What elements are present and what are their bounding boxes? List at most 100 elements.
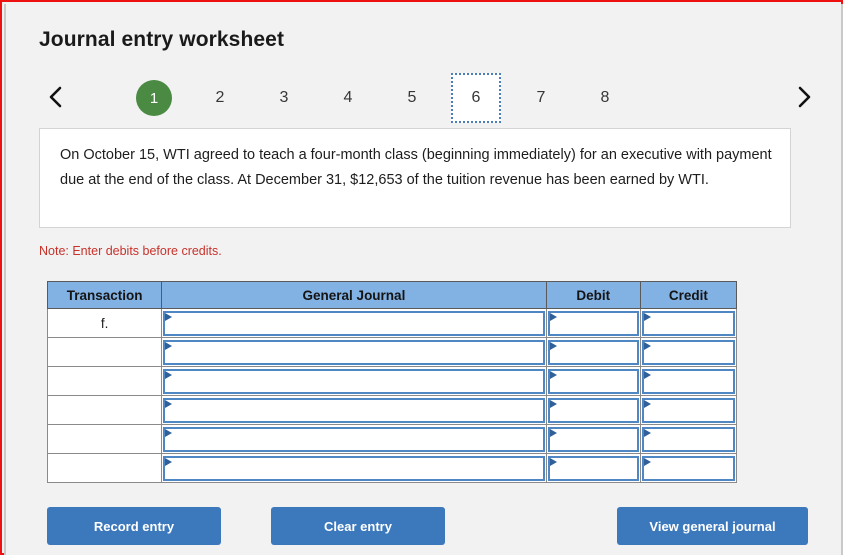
transaction-label-cell: [48, 454, 162, 483]
transaction-label-cell: [48, 396, 162, 425]
dropdown-triangle-icon: [644, 342, 651, 350]
clear-entry-button[interactable]: Clear entry: [271, 507, 445, 545]
column-header-transaction: Transaction: [48, 282, 162, 309]
step-label: 4: [344, 89, 353, 107]
general-journal-input[interactable]: [163, 311, 545, 336]
next-step-button[interactable]: [787, 80, 821, 114]
credit-input[interactable]: [642, 398, 735, 423]
credit-input-cell[interactable]: [640, 454, 736, 483]
dropdown-triangle-icon: [550, 371, 557, 379]
step-navigation: 1 2 3 4 5 6 7: [39, 72, 821, 124]
step-label: 6: [472, 89, 481, 107]
worksheet-page: Journal entry worksheet 1 2 3: [6, 4, 841, 555]
dropdown-triangle-icon: [165, 342, 172, 350]
credit-input[interactable]: [642, 340, 735, 365]
dropdown-triangle-icon: [550, 342, 557, 350]
transaction-label-cell: [48, 367, 162, 396]
dropdown-triangle-icon: [165, 371, 172, 379]
transaction-label-cell: [48, 425, 162, 454]
credit-input[interactable]: [642, 311, 735, 336]
general-journal-input-cell[interactable]: [162, 454, 547, 483]
column-header-credit: Credit: [640, 282, 736, 309]
dropdown-triangle-icon: [644, 313, 651, 321]
credit-input-cell[interactable]: [640, 338, 736, 367]
table-row: [48, 367, 737, 396]
table-row: [48, 396, 737, 425]
dropdown-triangle-icon: [644, 458, 651, 466]
step-item-3[interactable]: 3: [264, 79, 304, 117]
step-label: 8: [601, 89, 610, 107]
debit-input-cell[interactable]: [546, 396, 640, 425]
debit-input[interactable]: [548, 398, 639, 423]
dropdown-triangle-icon: [165, 458, 172, 466]
transaction-description-text: On October 15, WTI agreed to teach a fou…: [60, 143, 772, 193]
step-item-4[interactable]: 4: [328, 79, 368, 117]
general-journal-input-cell[interactable]: [162, 396, 547, 425]
table-row: [48, 338, 737, 367]
general-journal-input-cell[interactable]: [162, 309, 547, 338]
debit-input-cell[interactable]: [546, 309, 640, 338]
table-row: f.: [48, 309, 737, 338]
general-journal-input-cell[interactable]: [162, 425, 547, 454]
dropdown-triangle-icon: [165, 429, 172, 437]
dropdown-triangle-icon: [644, 371, 651, 379]
column-header-debit: Debit: [546, 282, 640, 309]
general-journal-input[interactable]: [163, 340, 545, 365]
dropdown-triangle-icon: [165, 313, 172, 321]
general-journal-input-cell[interactable]: [162, 338, 547, 367]
table-row: [48, 454, 737, 483]
column-header-general-journal: General Journal: [162, 282, 547, 309]
dropdown-triangle-icon: [550, 400, 557, 408]
general-journal-input[interactable]: [163, 427, 545, 452]
step-label: 7: [537, 89, 546, 107]
record-entry-button[interactable]: Record entry: [47, 507, 221, 545]
credit-input-cell[interactable]: [640, 309, 736, 338]
debit-input[interactable]: [548, 369, 639, 394]
credit-input[interactable]: [642, 427, 735, 452]
debit-input-cell[interactable]: [546, 425, 640, 454]
step-item-6[interactable]: 6: [451, 73, 501, 123]
dropdown-triangle-icon: [550, 429, 557, 437]
general-journal-input[interactable]: [163, 398, 545, 423]
previous-step-button[interactable]: [39, 80, 73, 114]
step-label: 3: [280, 89, 289, 107]
transaction-label-cell: [48, 338, 162, 367]
debit-input[interactable]: [548, 340, 639, 365]
debit-input-cell[interactable]: [546, 338, 640, 367]
app-frame: Journal entry worksheet 1 2 3: [0, 0, 843, 555]
step-item-1[interactable]: 1: [136, 80, 172, 116]
debit-input-cell[interactable]: [546, 367, 640, 396]
page-title: Journal entry worksheet: [39, 28, 284, 52]
credit-input-cell[interactable]: [640, 367, 736, 396]
credit-input[interactable]: [642, 369, 735, 394]
debit-input[interactable]: [548, 427, 639, 452]
table-header-row: Transaction General Journal Debit Credit: [48, 282, 737, 309]
general-journal-input[interactable]: [163, 456, 545, 481]
debit-input[interactable]: [548, 456, 639, 481]
chevron-right-icon: [796, 85, 812, 109]
journal-entry-table: Transaction General Journal Debit Credit…: [47, 281, 737, 483]
dropdown-triangle-icon: [165, 400, 172, 408]
dropdown-triangle-icon: [644, 400, 651, 408]
step-item-2[interactable]: 2: [200, 79, 240, 117]
step-item-8[interactable]: 8: [585, 79, 625, 117]
step-label: 5: [408, 89, 417, 107]
dropdown-triangle-icon: [644, 429, 651, 437]
step-item-5[interactable]: 5: [392, 79, 432, 117]
dropdown-triangle-icon: [550, 458, 557, 466]
debits-before-credits-note: Note: Enter debits before credits.: [39, 244, 222, 258]
dropdown-triangle-icon: [550, 313, 557, 321]
step-item-7[interactable]: 7: [521, 79, 561, 117]
credit-input[interactable]: [642, 456, 735, 481]
credit-input-cell[interactable]: [640, 396, 736, 425]
chevron-left-icon: [48, 85, 64, 109]
step-label: 2: [216, 89, 225, 107]
general-journal-input-cell[interactable]: [162, 367, 547, 396]
general-journal-input[interactable]: [163, 369, 545, 394]
credit-input-cell[interactable]: [640, 425, 736, 454]
transaction-label-cell: f.: [48, 309, 162, 338]
debit-input-cell[interactable]: [546, 454, 640, 483]
view-general-journal-button[interactable]: View general journal: [617, 507, 808, 545]
step-label: 1: [150, 90, 158, 107]
debit-input[interactable]: [548, 311, 639, 336]
